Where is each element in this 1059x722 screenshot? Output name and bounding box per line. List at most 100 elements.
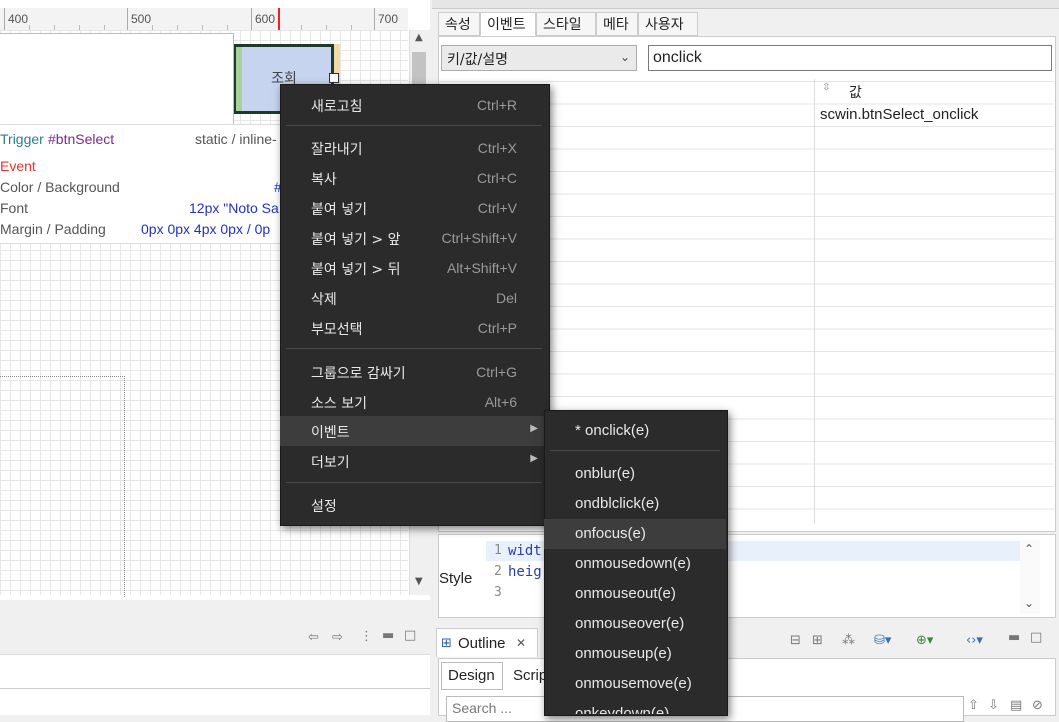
- code-scrollbar[interactable]: ⌃ ⌄: [1020, 540, 1040, 614]
- code-line: heig: [508, 564, 542, 580]
- menu-item-label: 이벤트: [311, 425, 350, 441]
- horizontal-ruler: 400 500 600 700: [0, 8, 408, 31]
- menu-item-label: 삭제: [311, 292, 337, 308]
- onclick-handler-value[interactable]: scwin.btnSelect_onclick: [820, 106, 978, 123]
- code-icon[interactable]: ‹›▾: [966, 633, 983, 648]
- submenu-item-onblur[interactable]: onblur(e): [544, 459, 726, 489]
- property-title-bar: [432, 0, 1059, 9]
- menu-item-label: 새로고침: [311, 99, 363, 115]
- arrow-down-icon[interactable]: ⇩: [988, 698, 999, 713]
- scroll-up-icon[interactable]: ⌃: [1024, 542, 1034, 556]
- minimize-icon[interactable]: ▬: [1008, 630, 1020, 645]
- maximize-icon[interactable]: □: [1030, 630, 1042, 645]
- outline-icon: ⊞: [441, 636, 452, 651]
- view-menu-icon[interactable]: ⋮: [360, 629, 373, 644]
- submenu-item-label: onmouseup(e): [575, 645, 672, 662]
- submenu-item-onfocus[interactable]: onfocus(e): [544, 519, 726, 549]
- margin-value: 0px 0px 4px 0px / 0p: [141, 221, 271, 237]
- chevron-down-icon[interactable]: ⌄: [620, 50, 630, 64]
- tab-script[interactable]: Scrip: [513, 667, 547, 684]
- bottom-panel-toolbar: ⇦ ⇨ ⋮ ▬ □: [0, 624, 430, 655]
- menu-item-shortcut: Ctrl+G: [476, 364, 517, 380]
- expand-icon[interactable]: ⊞: [812, 633, 823, 648]
- menu-item-copy[interactable]: 복사 Ctrl+C: [280, 163, 548, 193]
- submenu-item-label: onmouseout(e): [575, 585, 676, 602]
- trigger-id: #btnSelect: [48, 131, 115, 147]
- submenu-item-label: onfocus(e): [575, 525, 646, 542]
- menu-item-paste-before[interactable]: 붙여 넣기 > 앞 Ctrl+Shift+V: [280, 223, 548, 253]
- menu-separator: [550, 450, 720, 451]
- menu-item-group[interactable]: 그룹으로 감싸기 Ctrl+G: [280, 357, 548, 387]
- submenu-item-onmouseout[interactable]: onmouseout(e): [544, 579, 726, 609]
- submenu-arrow-icon: ▶: [530, 453, 538, 464]
- value-column-header: 값: [849, 85, 862, 101]
- collapse-icon[interactable]: ⊟: [790, 633, 801, 648]
- menu-item-more[interactable]: 더보기 ▶: [280, 446, 548, 476]
- submenu-item-onmousedown[interactable]: onmousedown(e): [544, 549, 726, 579]
- menu-item-shortcut: Ctrl+X: [477, 140, 517, 156]
- minimize-icon[interactable]: ▬: [382, 628, 394, 643]
- menu-item-label: 소스 보기: [311, 396, 367, 412]
- select-icon[interactable]: ⁂: [842, 633, 855, 648]
- submenu-item-onmousemove[interactable]: onmousemove(e): [544, 669, 726, 699]
- code-line: widt: [508, 543, 542, 559]
- font-label: Font: [0, 200, 29, 216]
- menu-item-refresh[interactable]: 새로고침 Ctrl+R: [280, 90, 548, 120]
- submenu-item-onclick[interactable]: * onclick(e): [544, 416, 726, 446]
- menu-item-view-source[interactable]: 소스 보기 Alt+6: [280, 387, 548, 417]
- back-icon[interactable]: ⇦: [308, 630, 319, 645]
- position-value: static / inline-: [195, 131, 277, 147]
- margin-label: Margin / Padding: [0, 221, 106, 237]
- scroll-down-icon[interactable]: ▼: [415, 576, 423, 587]
- tab-user[interactable]: 사용자: [638, 12, 698, 36]
- forward-icon[interactable]: ⇨: [332, 630, 343, 645]
- submenu-item-label: onmouseover(e): [575, 615, 685, 632]
- clear-icon[interactable]: ⊘: [1032, 698, 1043, 713]
- ruler-label: 400: [8, 12, 29, 26]
- menu-item-settings[interactable]: 설정: [280, 490, 548, 520]
- tab-meta[interactable]: 메타: [596, 12, 638, 36]
- database-icon[interactable]: ⛁▾: [874, 633, 891, 648]
- menu-item-shortcut: Ctrl+V: [477, 200, 517, 216]
- event-search-input[interactable]: [648, 45, 1052, 71]
- submenu-item-onmouseover[interactable]: onmouseover(e): [544, 609, 726, 639]
- menu-item-label: 잘라내기: [311, 142, 363, 158]
- submenu-arrow-icon: ▶: [530, 423, 538, 434]
- divider: [0, 688, 430, 689]
- tab-style[interactable]: 스타일: [536, 12, 596, 36]
- sort-icon[interactable]: ⇳: [822, 82, 830, 93]
- add-icon[interactable]: ⊕▾: [916, 633, 933, 648]
- submenu-item-label: ondblclick(e): [575, 495, 660, 512]
- submenu-item-label: onblur(e): [575, 465, 636, 482]
- submenu-item-label: onmousemove(e): [575, 675, 692, 692]
- submenu-item-onmouseup[interactable]: onmouseup(e): [544, 639, 726, 669]
- font-value: 12px "Noto Sa: [189, 200, 279, 216]
- menu-item-paste[interactable]: 붙여 넣기 Ctrl+V: [280, 193, 548, 223]
- outline-title: Outline: [458, 635, 506, 652]
- scroll-up-icon[interactable]: ▲: [415, 32, 423, 43]
- resize-handle[interactable]: [329, 73, 339, 83]
- tab-attributes[interactable]: 속성: [438, 12, 480, 36]
- menu-item-select-parent[interactable]: 부모선택 Ctrl+P: [280, 313, 548, 343]
- scroll-down-icon[interactable]: ⌄: [1024, 596, 1034, 610]
- menu-item-label: 붙여 넣기 > 앞: [311, 232, 401, 248]
- maximize-icon[interactable]: □: [404, 628, 416, 643]
- tab-events[interactable]: 이벤트: [480, 12, 536, 36]
- menu-item-cut[interactable]: 잘라내기 Ctrl+X: [280, 133, 548, 163]
- submenu-item-ondblclick[interactable]: ondblclick(e): [544, 489, 726, 519]
- menu-item-events[interactable]: 이벤트 ▶: [280, 416, 548, 446]
- list-icon[interactable]: ▤: [1010, 698, 1022, 713]
- selected-container[interactable]: [0, 33, 234, 125]
- column-divider: [814, 79, 815, 524]
- ruler-label: 700: [378, 12, 399, 26]
- close-icon[interactable]: ✕: [516, 636, 526, 650]
- menu-item-delete[interactable]: 삭제 Del: [280, 283, 548, 313]
- filter-select-value: 키/값/설명: [447, 52, 508, 68]
- menu-item-shortcut: Ctrl+P: [477, 320, 517, 336]
- submenu-item-onkeydown[interactable]: onkeydown(e): [544, 699, 726, 714]
- arrow-up-icon[interactable]: ⇧: [968, 698, 979, 713]
- menu-separator: [286, 482, 542, 483]
- menu-item-paste-after[interactable]: 붙여 넣기 > 뒤 Alt+Shift+V: [280, 253, 548, 283]
- ruler-label: 600: [255, 12, 276, 26]
- element-info-panel: Trigger #btnSelect static / inline- Even…: [0, 124, 300, 244]
